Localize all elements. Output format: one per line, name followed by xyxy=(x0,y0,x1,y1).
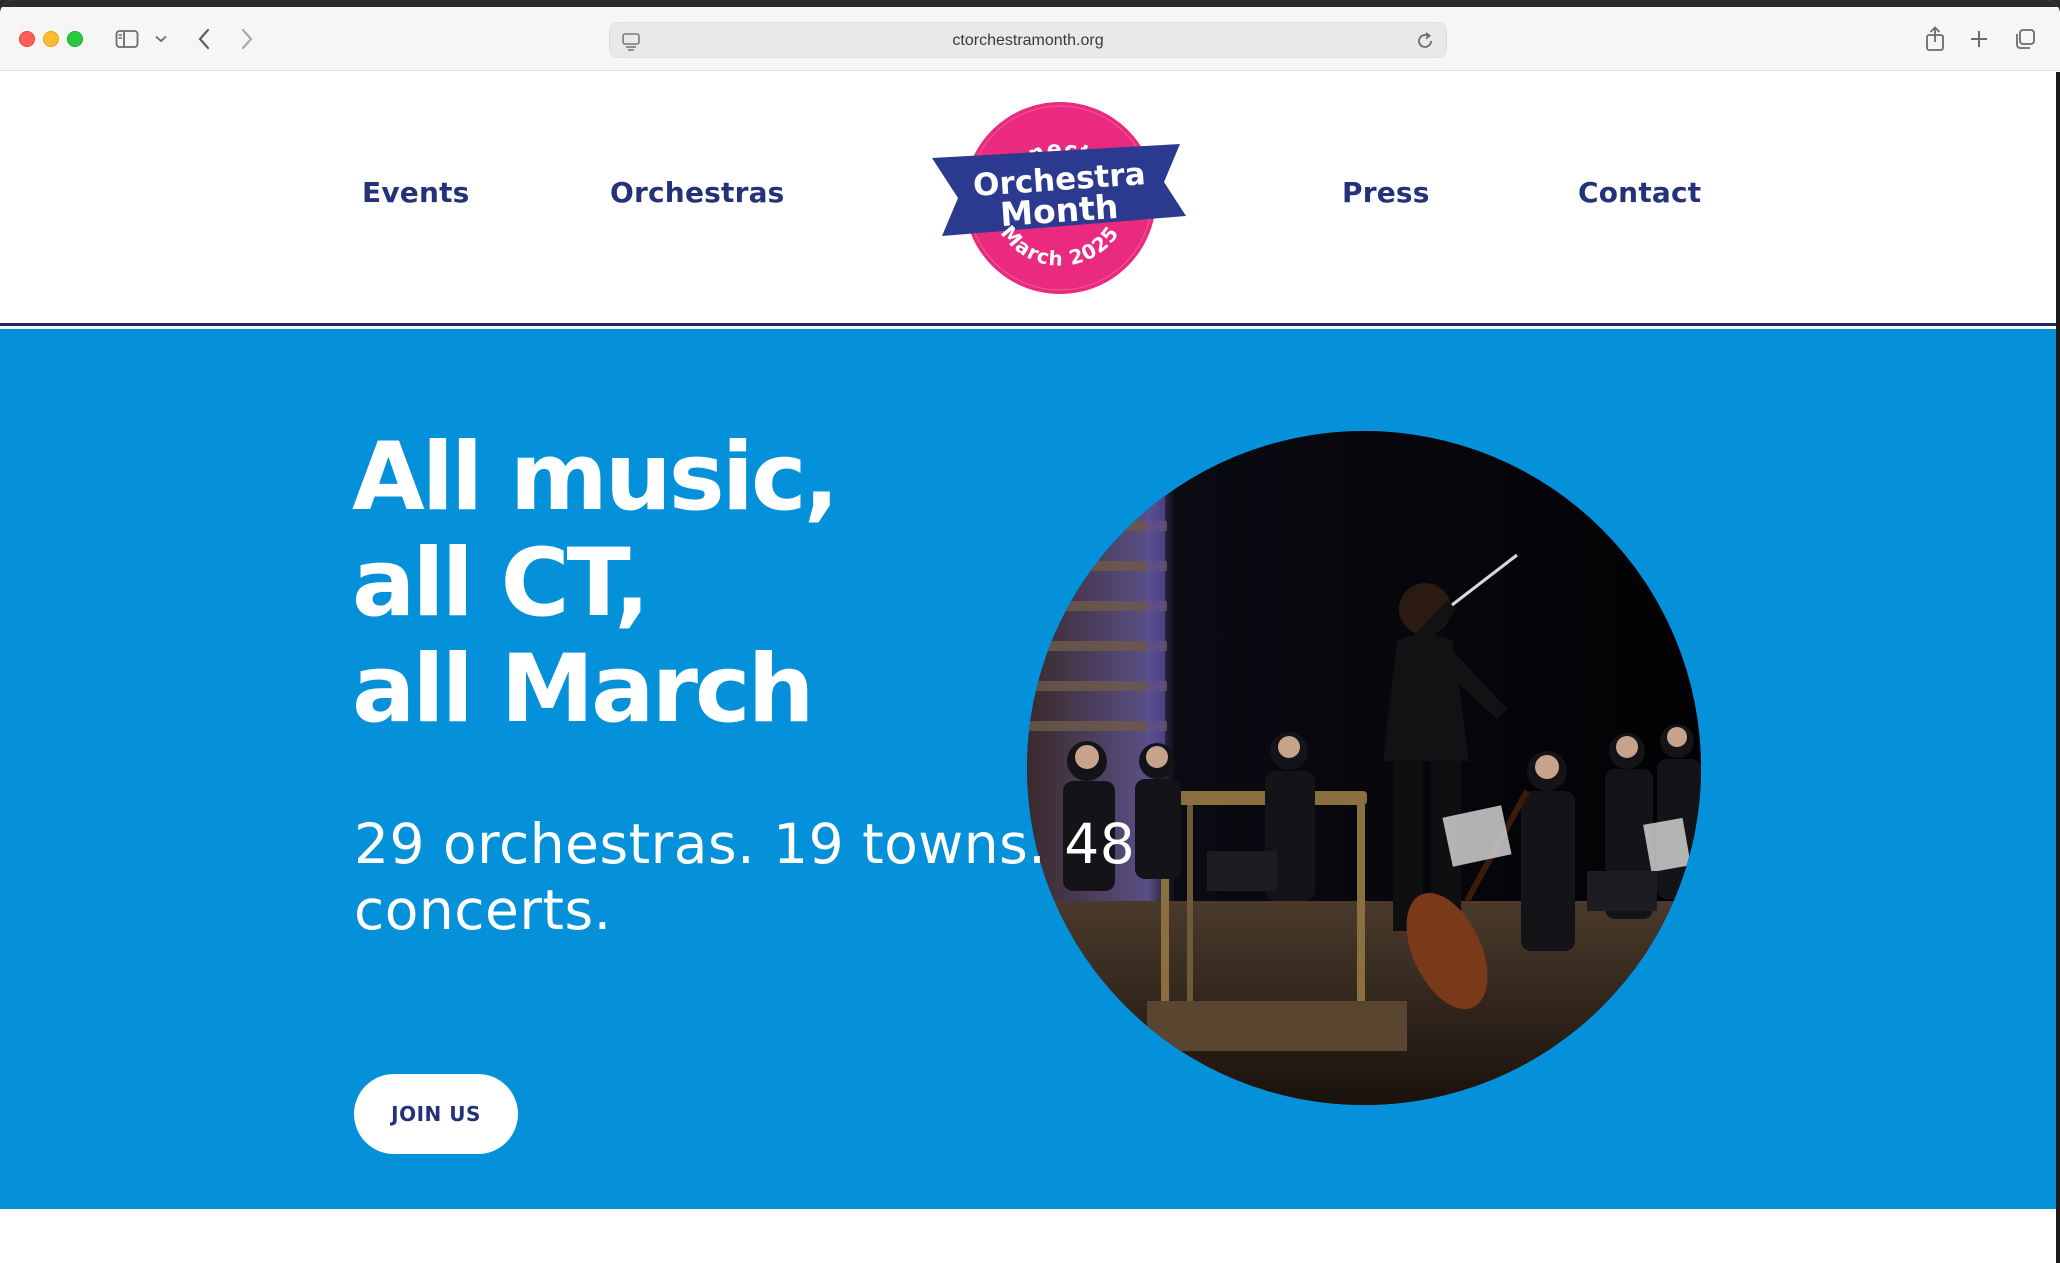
tabs-icon[interactable] xyxy=(2012,23,2038,55)
chevron-down-icon[interactable] xyxy=(154,23,168,55)
chevron-right-icon[interactable] xyxy=(236,23,258,55)
hero-title-line-1: All music, xyxy=(352,423,839,532)
url-text[interactable]: ctorchestramonth.org xyxy=(610,23,1446,59)
web-page: Events Orchestras Connecticut Orchestra … xyxy=(0,72,2060,1263)
zoom-window-button[interactable] xyxy=(67,31,83,47)
browser-toolbar: ctorchestramonth.org xyxy=(0,7,2060,71)
address-bar[interactable]: ctorchestramonth.org xyxy=(609,22,1447,58)
site-header: Events Orchestras Connecticut Orchestra … xyxy=(0,72,2060,326)
chevron-left-icon[interactable] xyxy=(193,23,215,55)
hero-title-line-3: all March xyxy=(352,635,815,744)
nav-link-press[interactable]: Press xyxy=(1342,176,1430,209)
share-icon[interactable] xyxy=(1922,23,1948,55)
window-right-edge xyxy=(2056,72,2060,1263)
join-us-button[interactable]: JOIN US xyxy=(354,1074,518,1154)
reload-icon[interactable] xyxy=(1414,30,1436,52)
nav-link-orchestras[interactable]: Orchestras xyxy=(610,176,785,209)
nav-link-events[interactable]: Events xyxy=(362,176,470,209)
minimize-window-button[interactable] xyxy=(43,31,59,47)
hero-section: All music, all CT, all March 29 orchestr… xyxy=(0,329,2060,1209)
plus-icon[interactable] xyxy=(1966,23,1992,55)
hero-title-line-2: all CT, xyxy=(352,529,650,638)
hero-stats-text: 29 orchestras. 19 towns. 48 concerts. xyxy=(354,812,1136,942)
site-logo[interactable]: Connecticut Orchestra Month March 2025 xyxy=(930,98,1190,298)
window-top-edge xyxy=(0,0,2060,7)
sidebar-icon[interactable] xyxy=(114,23,140,55)
close-window-button[interactable] xyxy=(19,31,35,47)
browser-window: ctorchestramonth.org Events Orchestras e… xyxy=(0,0,2060,1263)
nav-link-contact[interactable]: Contact xyxy=(1578,176,1701,209)
orchestra-concert-photo xyxy=(1027,431,1701,1105)
hero-title: All music, all CT, all March xyxy=(352,425,972,743)
next-section-start xyxy=(0,1209,2060,1263)
